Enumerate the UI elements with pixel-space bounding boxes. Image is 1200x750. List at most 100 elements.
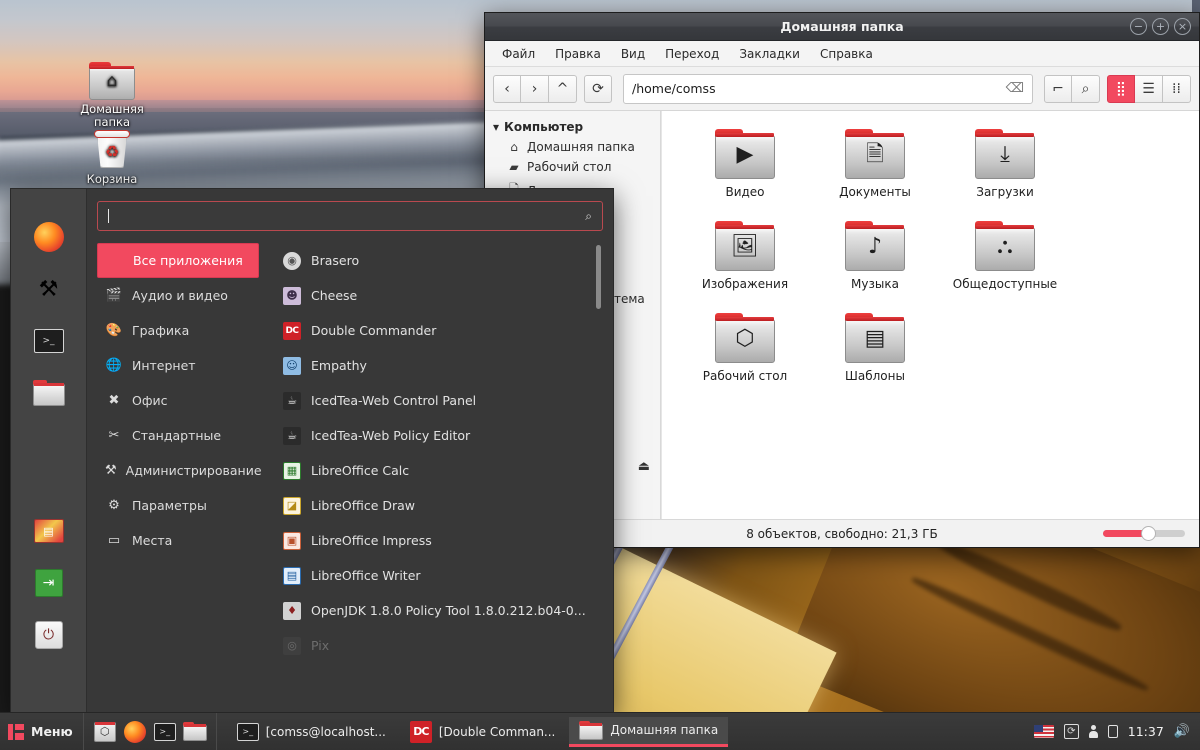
image-glyph: 🖼 xyxy=(715,235,775,259)
file-item-documents[interactable]: 🗎 Документы xyxy=(810,125,940,217)
reload-button[interactable]: ⟳ xyxy=(584,75,612,103)
category-audio-video[interactable]: 🎬 Аудио и видео xyxy=(97,278,259,313)
menu-file[interactable]: Файл xyxy=(493,44,544,64)
tray-volume[interactable]: 🔊 xyxy=(1174,724,1190,739)
menu-help[interactable]: Справка xyxy=(811,44,882,64)
folder-icon xyxy=(579,721,603,740)
download-glyph: ⤓ xyxy=(975,143,1035,167)
rail-item-shutdown[interactable]: ⏻ xyxy=(29,615,69,655)
menu-search-input[interactable]: ⌕ xyxy=(97,201,603,231)
list-view-button[interactable]: ☰ xyxy=(1135,75,1163,103)
icon-view-button[interactable]: ⣿ xyxy=(1107,75,1135,103)
application-list-scrollbar[interactable] xyxy=(596,245,601,309)
template-glyph: ▤ xyxy=(845,327,905,351)
quick-launch-firefox[interactable] xyxy=(122,719,148,745)
us-flag-icon xyxy=(1034,725,1054,738)
task-button-double-commander[interactable]: DC [Double Comman... xyxy=(400,717,566,747)
file-item-label: Шаблоны xyxy=(845,369,905,383)
app-item-openjdk-policy-tool[interactable]: ♦ OpenJDK 1.8.0 Policy Tool 1.8.0.212.b0… xyxy=(277,593,603,628)
task-button-home-folder[interactable]: Домашняя папка xyxy=(569,717,728,747)
category-places[interactable]: ▭ Места xyxy=(97,523,259,558)
category-accessories[interactable]: ✂ Стандартные xyxy=(97,418,259,453)
category-all-applications[interactable]: Все приложения xyxy=(97,243,259,278)
app-item-icedtea-policy-editor[interactable]: ☕ IcedTea-Web Policy Editor xyxy=(277,418,603,453)
app-item-label: LibreOffice Draw xyxy=(311,498,415,513)
close-button[interactable]: × xyxy=(1174,18,1191,35)
folder-icon: 🖼 xyxy=(715,221,775,271)
app-item-libreoffice-impress[interactable]: ▣ LibreOffice Impress xyxy=(277,523,603,558)
category-label: Все приложения xyxy=(133,253,243,268)
file-item-downloads[interactable]: ⤓ Загрузки xyxy=(940,125,1070,217)
quick-launch-file-manager[interactable] xyxy=(182,719,208,745)
keyboard-layout-indicator[interactable] xyxy=(1034,725,1054,738)
category-office[interactable]: ✖ Офис xyxy=(97,383,259,418)
taskbar-menu-button[interactable]: Меню xyxy=(0,713,84,750)
desktop-icon-home-folder[interactable]: ⌂ Домашняя папка xyxy=(64,62,160,129)
category-graphics[interactable]: 🎨 Графика xyxy=(97,313,259,348)
app-item-libreoffice-calc[interactable]: ▦ LibreOffice Calc xyxy=(277,453,603,488)
compact-view-button[interactable]: ⁞⁞ xyxy=(1163,75,1191,103)
rail-item-logout[interactable]: ⇥ xyxy=(29,563,69,603)
zoom-slider-knob[interactable] xyxy=(1141,526,1156,541)
category-preferences[interactable]: ⚙ Параметры xyxy=(97,488,259,523)
desktop-icon-trash[interactable]: ♻ Корзина xyxy=(64,128,160,186)
tray-user-account[interactable] xyxy=(1089,725,1098,738)
sidebar-root-computer[interactable]: ▾ Компьютер xyxy=(485,117,660,137)
tray-update-manager[interactable]: ⟳ xyxy=(1064,724,1079,739)
clock[interactable]: 11:37 xyxy=(1128,724,1164,739)
category-administration[interactable]: ⚒ Администрирование xyxy=(97,453,259,488)
app-item-double-commander[interactable]: DC Double Commander xyxy=(277,313,603,348)
firefox-icon xyxy=(124,721,146,743)
file-item-music[interactable]: ♪ Музыка xyxy=(810,217,940,309)
menu-go[interactable]: Переход xyxy=(656,44,728,64)
forward-button[interactable]: › xyxy=(521,75,549,103)
maximize-button[interactable]: + xyxy=(1152,18,1169,35)
sidebar-item-home[interactable]: ⌂ Домашняя папка xyxy=(485,137,660,157)
app-item-icedtea-control-panel[interactable]: ☕ IcedTea-Web Control Panel xyxy=(277,383,603,418)
rail-item-tools[interactable]: ⚒ xyxy=(29,269,69,309)
app-item-empathy[interactable]: ☺ Empathy xyxy=(277,348,603,383)
quick-launch-terminal[interactable]: >_ xyxy=(152,719,178,745)
path-value: /home/comss xyxy=(632,81,1006,96)
menu-view[interactable]: Вид xyxy=(612,44,654,64)
rail-item-file-manager[interactable] xyxy=(29,373,69,413)
file-item-video[interactable]: ▶ Видео xyxy=(680,125,810,217)
app-item-cheese[interactable]: ☻ Cheese xyxy=(277,278,603,313)
search-icon[interactable]: ⌕ xyxy=(1072,75,1100,103)
clear-icon[interactable]: ⌫ xyxy=(1006,81,1024,96)
category-column: Все приложения 🎬 Аудио и видео 🎨 Графика… xyxy=(97,243,269,712)
back-button[interactable]: ‹ xyxy=(493,75,521,103)
all-apps-icon xyxy=(106,252,124,270)
path-input[interactable]: /home/comss ⌫ xyxy=(623,74,1033,104)
sidebar-root-label: Компьютер xyxy=(504,120,583,134)
file-item-desktop[interactable]: ⬡ Рабочий стол xyxy=(680,309,810,401)
open-terminal-icon[interactable]: ⌐ xyxy=(1044,75,1072,103)
logout-icon: ⇥ xyxy=(35,569,63,597)
rail-item-firefox[interactable] xyxy=(29,217,69,257)
navigation-button-group: ‹ › ^ xyxy=(493,75,577,103)
minimize-button[interactable]: − xyxy=(1130,18,1147,35)
file-item-public[interactable]: ⛬ Общедоступные xyxy=(940,217,1070,309)
file-item-templates[interactable]: ▤ Шаблоны xyxy=(810,309,940,401)
rail-item-software-manager[interactable]: ▤ xyxy=(29,511,69,551)
file-item-label: Документы xyxy=(839,185,911,199)
zoom-slider[interactable] xyxy=(1103,530,1185,537)
quick-launch-show-desktop[interactable]: ⬡ xyxy=(92,719,118,745)
menu-edit[interactable]: Правка xyxy=(546,44,610,64)
app-item-libreoffice-draw[interactable]: ◪ LibreOffice Draw xyxy=(277,488,603,523)
file-list-view[interactable]: ▶ Видео 🗎 Документы ⤓ Загруз xyxy=(661,111,1199,519)
category-internet[interactable]: 🌐 Интернет xyxy=(97,348,259,383)
up-button[interactable]: ^ xyxy=(549,75,577,103)
file-item-pictures[interactable]: 🖼 Изображения xyxy=(680,217,810,309)
user-account-icon xyxy=(1089,725,1098,738)
menu-bookmarks[interactable]: Закладки xyxy=(730,44,809,64)
category-label: Стандартные xyxy=(132,428,221,443)
app-item-libreoffice-writer[interactable]: ▤ LibreOffice Writer xyxy=(277,558,603,593)
sidebar-item-desktop[interactable]: ▰ Рабочий стол xyxy=(485,157,660,177)
app-item-brasero[interactable]: ◉ Brasero xyxy=(277,243,603,278)
rail-item-terminal[interactable]: >_ xyxy=(29,321,69,361)
tray-clipboard[interactable] xyxy=(1108,725,1118,738)
folder-icon: ⬡ xyxy=(715,313,775,363)
app-item-pix[interactable]: ◎ Pix xyxy=(277,628,603,663)
task-button-terminal[interactable]: >_ [comss@localhost... xyxy=(227,717,396,747)
